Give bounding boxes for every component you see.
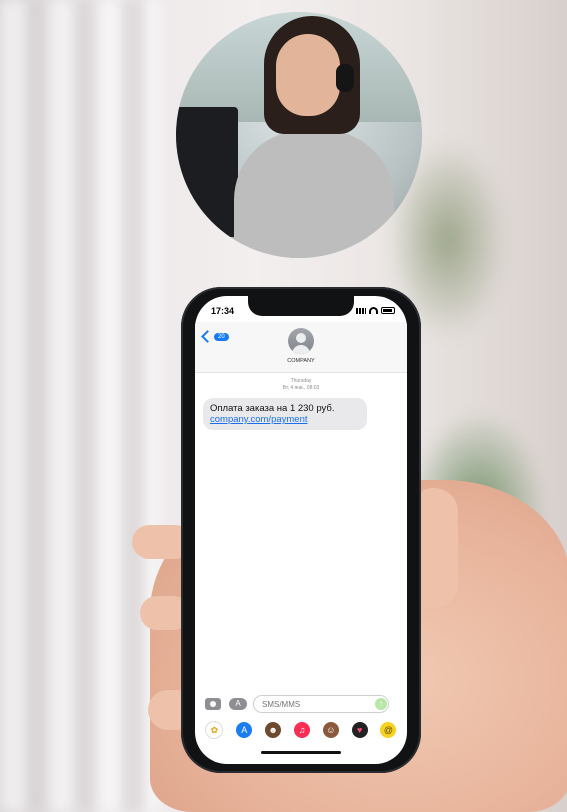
agent-monitor bbox=[176, 107, 238, 237]
photos-icon[interactable]: ✿ bbox=[205, 721, 224, 739]
app-store-icon[interactable]: A bbox=[236, 722, 253, 738]
signal-icon bbox=[356, 307, 366, 314]
message-text: Оплата заказа на 1 230 руб. bbox=[210, 403, 335, 414]
contact-name[interactable]: COMPANY bbox=[195, 358, 407, 364]
memoji-icon[interactable]: ☻ bbox=[265, 722, 282, 738]
agent-face bbox=[276, 34, 340, 116]
message-input[interactable] bbox=[253, 695, 389, 713]
imessage-app-strip: ✿ A ☻ ♫ ☺ ♥ @ bbox=[195, 720, 407, 740]
message-datetime: Вт, 4 янв., 08:03 bbox=[282, 385, 320, 391]
status-time: 17:34 bbox=[211, 306, 235, 316]
animoji-icon[interactable]: ☺ bbox=[322, 722, 339, 738]
phone-notch bbox=[248, 296, 354, 316]
spiral-icon[interactable]: @ bbox=[380, 722, 397, 738]
chevron-left-icon bbox=[201, 330, 214, 343]
phone-screen: 17:34 20 COMPANY Thursday Вт, 4 янв., 08… bbox=[195, 296, 407, 764]
conversation-header: 20 COMPANY bbox=[195, 322, 407, 373]
send-icon[interactable]: ↑ bbox=[375, 698, 387, 710]
background-window-blur bbox=[0, 0, 160, 812]
status-icons bbox=[356, 307, 395, 314]
heart-icon[interactable]: ♥ bbox=[351, 722, 368, 738]
incoming-message-bubble[interactable]: Оплата заказа на 1 230 руб. company.com/… bbox=[203, 398, 367, 430]
contact-avatar[interactable] bbox=[288, 328, 314, 354]
home-indicator[interactable] bbox=[261, 751, 341, 754]
app-store-icon[interactable]: A bbox=[229, 698, 247, 710]
message-timestamp: Thursday Вт, 4 янв., 08:03 bbox=[195, 378, 407, 392]
message-day: Thursday bbox=[290, 378, 312, 384]
unread-count-badge: 20 bbox=[214, 332, 229, 341]
support-agent-photo bbox=[176, 12, 422, 258]
payment-link[interactable]: company.com/payment bbox=[210, 414, 360, 425]
message-composer: A ↑ bbox=[195, 694, 407, 716]
back-button[interactable]: 20 bbox=[201, 330, 229, 343]
music-icon[interactable]: ♫ bbox=[293, 722, 310, 738]
battery-icon bbox=[381, 307, 395, 314]
headset-icon bbox=[336, 64, 354, 92]
agent-body bbox=[234, 130, 394, 258]
camera-icon[interactable] bbox=[205, 698, 221, 710]
wifi-icon bbox=[369, 307, 378, 314]
